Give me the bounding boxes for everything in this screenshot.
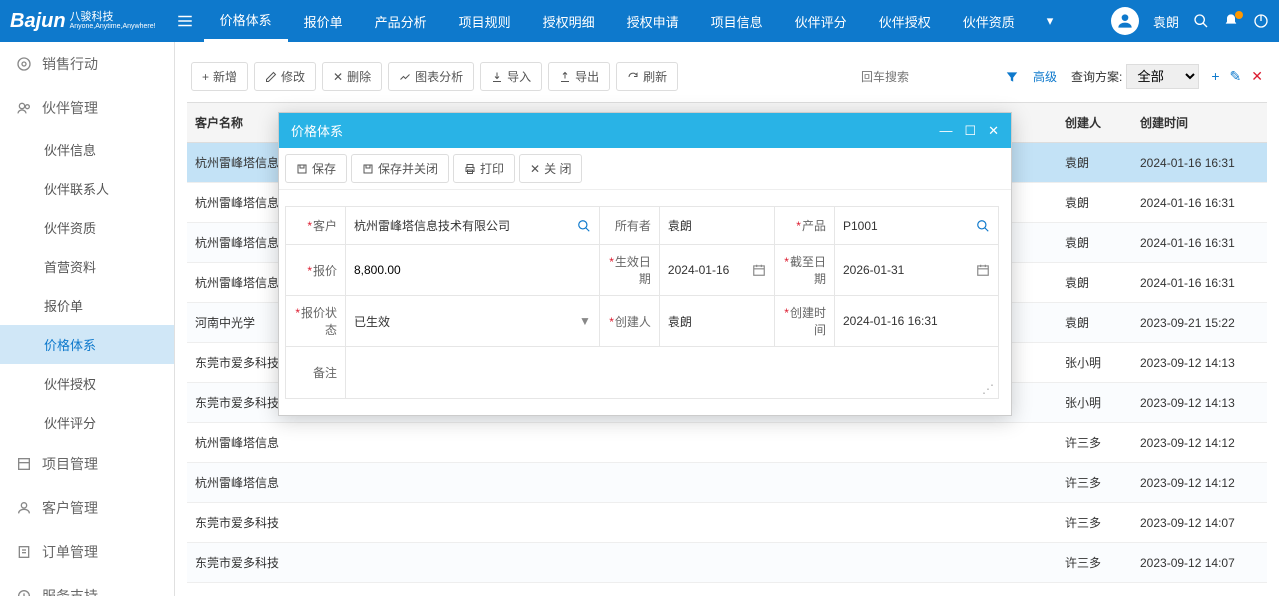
sidebar-group-4[interactable]: 订单管理 bbox=[0, 530, 174, 574]
export-button[interactable]: 导出 bbox=[548, 62, 610, 91]
minimize-icon[interactable]: — bbox=[939, 123, 952, 139]
modal-toolbar: 保存 保存并关闭 打印 ✕关 闭 bbox=[279, 148, 1011, 190]
query-scheme: 查询方案: 全部 + ✎ ✕ bbox=[1071, 64, 1263, 89]
sidebar-icon bbox=[16, 100, 32, 116]
table-row[interactable]: 东莞市爱多科技许三多2023-09-12 14:07 bbox=[187, 503, 1267, 543]
sidebar-group-1[interactable]: 伙伴管理 bbox=[0, 86, 174, 130]
top-tabs: 价格体系报价单产品分析项目规则授权明细授权申请项目信息伙伴评分伙伴授权伙伴资质 bbox=[204, 0, 1031, 42]
sidebar-item-1-3[interactable]: 首营资料 bbox=[0, 247, 174, 286]
creator-field: 袁朗 bbox=[659, 296, 774, 347]
notification-dot bbox=[1235, 11, 1243, 19]
effective-date-field[interactable]: 2024-01-16 bbox=[659, 245, 774, 296]
top-tab-4[interactable]: 授权明细 bbox=[527, 0, 611, 42]
calendar-icon[interactable] bbox=[752, 263, 766, 277]
top-tab-8[interactable]: 伙伴授权 bbox=[863, 0, 947, 42]
sidebar-item-1-4[interactable]: 报价单 bbox=[0, 286, 174, 325]
toolbar: +新增 修改 ✕删除 图表分析 导入 导出 刷新 高级 bbox=[187, 52, 1267, 102]
scheme-select[interactable]: 全部 bbox=[1126, 64, 1199, 89]
logo[interactable]: Bajun 八骏科技 Anyone,Anytime,Anywhere! bbox=[10, 10, 156, 33]
search-icon[interactable] bbox=[976, 219, 990, 233]
refresh-button[interactable]: 刷新 bbox=[616, 62, 678, 91]
modal-close-button[interactable]: ✕关 闭 bbox=[519, 154, 582, 183]
column-header[interactable]: 创建人 bbox=[1057, 103, 1132, 142]
sidebar-group-5[interactable]: 服务支持 bbox=[0, 574, 174, 596]
top-tab-0[interactable]: 价格体系 bbox=[204, 0, 288, 42]
sidebar-item-1-0[interactable]: 伙伴信息 bbox=[0, 130, 174, 169]
remark-field[interactable]: ⋰ bbox=[346, 347, 999, 399]
close-icon[interactable]: ✕ bbox=[988, 123, 999, 139]
sidebar-icon bbox=[16, 56, 32, 72]
save-close-button[interactable]: 保存并关闭 bbox=[351, 154, 449, 183]
sidebar-item-1-7[interactable]: 伙伴评分 bbox=[0, 403, 174, 442]
top-tab-5[interactable]: 授权申请 bbox=[611, 0, 695, 42]
table-row[interactable]: 杭州雷峰塔信息许三多2023-09-12 14:12 bbox=[187, 423, 1267, 463]
avatar[interactable] bbox=[1111, 7, 1139, 35]
top-header: Bajun 八骏科技 Anyone,Anytime,Anywhere! 价格体系… bbox=[0, 0, 1279, 42]
sidebar: 销售行动伙伴管理伙伴信息伙伴联系人伙伴资质首营资料报价单价格体系伙伴授权伙伴评分… bbox=[0, 42, 175, 596]
top-tab-3[interactable]: 项目规则 bbox=[443, 0, 527, 42]
top-right: 袁朗 bbox=[1111, 7, 1269, 35]
search-icon[interactable] bbox=[1193, 13, 1209, 29]
table-row[interactable]: 杭州雷峰塔信息许三多2023-09-12 14:12 bbox=[187, 463, 1267, 503]
logo-text: Bajun bbox=[10, 10, 66, 33]
top-tab-7[interactable]: 伙伴评分 bbox=[779, 0, 863, 42]
top-tab-6[interactable]: 项目信息 bbox=[695, 0, 779, 42]
power-icon[interactable] bbox=[1253, 13, 1269, 29]
bell-icon[interactable] bbox=[1223, 13, 1239, 29]
customer-field[interactable]: 杭州雷峰塔信息技术有限公司 bbox=[346, 207, 600, 245]
create-time-field: 2024-01-16 16:31 bbox=[834, 296, 998, 347]
chevron-down-icon[interactable]: ▼ bbox=[579, 314, 591, 328]
import-button[interactable]: 导入 bbox=[480, 62, 542, 91]
more-tabs[interactable]: ▾ bbox=[1031, 13, 1070, 29]
top-tab-9[interactable]: 伙伴资质 bbox=[947, 0, 1031, 42]
sidebar-icon bbox=[16, 456, 32, 472]
modal-titlebar[interactable]: 价格体系 — ☐ ✕ bbox=[279, 113, 1011, 148]
price-status-field[interactable]: 已生效▼ bbox=[346, 296, 600, 347]
menu-toggle-icon[interactable] bbox=[176, 12, 194, 30]
column-header[interactable]: 创建时间 bbox=[1132, 103, 1262, 142]
edit-scheme-icon[interactable]: ✎ bbox=[1230, 68, 1242, 85]
sidebar-item-1-1[interactable]: 伙伴联系人 bbox=[0, 169, 174, 208]
sidebar-item-1-2[interactable]: 伙伴资质 bbox=[0, 208, 174, 247]
chart-button[interactable]: 图表分析 bbox=[388, 62, 474, 91]
maximize-icon[interactable]: ☐ bbox=[964, 123, 976, 139]
sidebar-icon bbox=[16, 588, 32, 596]
price-field[interactable] bbox=[346, 245, 600, 296]
add-scheme-icon[interactable]: + bbox=[1211, 68, 1219, 85]
save-button[interactable]: 保存 bbox=[285, 154, 347, 183]
sidebar-item-1-6[interactable]: 伙伴授权 bbox=[0, 364, 174, 403]
sidebar-group-0[interactable]: 销售行动 bbox=[0, 42, 174, 86]
username[interactable]: 袁朗 bbox=[1153, 12, 1179, 31]
calendar-icon[interactable] bbox=[976, 263, 990, 277]
search-icon[interactable] bbox=[577, 219, 591, 233]
owner-field: 袁朗 bbox=[659, 207, 774, 245]
sidebar-group-3[interactable]: 客户管理 bbox=[0, 486, 174, 530]
product-field[interactable]: P1001 bbox=[834, 207, 998, 245]
modal-body: *客户 杭州雷峰塔信息技术有限公司 所有者 袁朗 *产品 P1001 *报价 *… bbox=[279, 190, 1011, 415]
delete-button[interactable]: ✕删除 bbox=[322, 62, 382, 91]
expire-date-field[interactable]: 2026-01-31 bbox=[834, 245, 998, 296]
filter-icon[interactable] bbox=[1005, 70, 1019, 84]
edit-button[interactable]: 修改 bbox=[254, 62, 316, 91]
sidebar-icon bbox=[16, 500, 32, 516]
delete-scheme-icon[interactable]: ✕ bbox=[1251, 68, 1263, 85]
modal-title: 价格体系 bbox=[291, 121, 939, 140]
advanced-link[interactable]: 高级 bbox=[1033, 68, 1057, 85]
sidebar-icon bbox=[16, 544, 32, 560]
top-tab-1[interactable]: 报价单 bbox=[288, 0, 359, 42]
sidebar-item-1-5[interactable]: 价格体系 bbox=[0, 325, 174, 364]
table-row[interactable]: 东莞市爱多科技许三多2023-09-12 14:07 bbox=[187, 543, 1267, 583]
sidebar-group-2[interactable]: 项目管理 bbox=[0, 442, 174, 486]
top-tab-2[interactable]: 产品分析 bbox=[359, 0, 443, 42]
print-button[interactable]: 打印 bbox=[453, 154, 515, 183]
new-button[interactable]: +新增 bbox=[191, 62, 248, 91]
search-input[interactable] bbox=[849, 66, 999, 88]
edit-modal: 价格体系 — ☐ ✕ 保存 保存并关闭 打印 ✕关 闭 *客户 杭州雷峰塔信息技… bbox=[278, 112, 1012, 416]
resize-handle-icon[interactable]: ⋰ bbox=[982, 382, 994, 396]
